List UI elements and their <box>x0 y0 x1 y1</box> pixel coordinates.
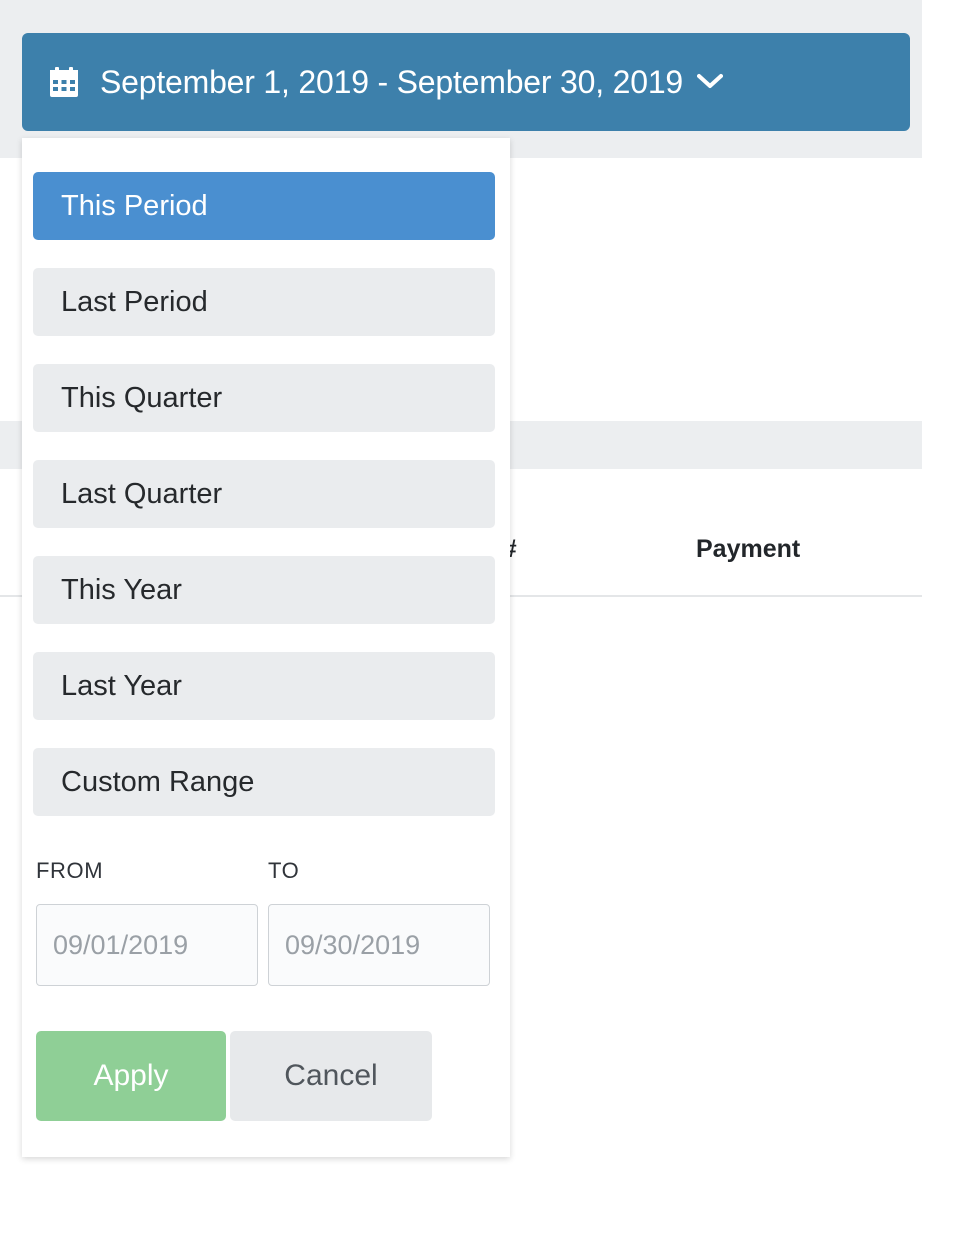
date-range-picker-button[interactable]: September 1, 2019 - September 30, 2019 <box>22 33 910 131</box>
preset-range-label: This Quarter <box>61 381 223 414</box>
preset-range-item-this-quarter[interactable]: This Quarter <box>33 364 495 432</box>
cancel-button[interactable]: Cancel <box>230 1031 432 1121</box>
date-range-label: September 1, 2019 - September 30, 2019 <box>100 63 684 100</box>
apply-button[interactable]: Apply <box>36 1031 226 1121</box>
preset-range-label: Custom Range <box>61 765 255 798</box>
custom-range-fields: FROM TO <box>33 858 499 986</box>
to-date-input[interactable] <box>268 904 490 986</box>
custom-range-field-inputs <box>33 904 499 986</box>
application-root: ce # Payment September 1, 2019 - Septemb… <box>0 0 954 1234</box>
calendar-icon <box>50 67 78 97</box>
preset-range-label: Last Year <box>61 669 182 702</box>
preset-range-item-last-year[interactable]: Last Year <box>33 652 495 720</box>
preset-range-label: This Year <box>61 573 182 606</box>
date-range-dropdown-panel: This Period Last Period This Quarter Las… <box>22 138 510 1157</box>
to-field-label: TO <box>268 858 300 883</box>
from-field-label: FROM <box>36 858 104 883</box>
chevron-down-icon <box>697 67 724 93</box>
preset-range-item-this-period[interactable]: This Period <box>33 172 495 240</box>
custom-range-field-labels: FROM TO <box>33 858 499 892</box>
preset-range-item-this-year[interactable]: This Year <box>33 556 495 624</box>
column-header-payment: Payment <box>696 535 801 563</box>
from-date-input[interactable] <box>36 904 258 986</box>
preset-range-label: Last Period <box>61 285 208 318</box>
preset-range-item-last-period[interactable]: Last Period <box>33 268 495 336</box>
preset-range-label: Last Quarter <box>61 477 223 510</box>
preset-range-list: This Period Last Period This Quarter Las… <box>33 172 495 844</box>
preset-range-item-last-quarter[interactable]: Last Quarter <box>33 460 495 528</box>
preset-range-item-custom-range[interactable]: Custom Range <box>33 748 495 816</box>
preset-range-label: This Period <box>61 189 208 222</box>
